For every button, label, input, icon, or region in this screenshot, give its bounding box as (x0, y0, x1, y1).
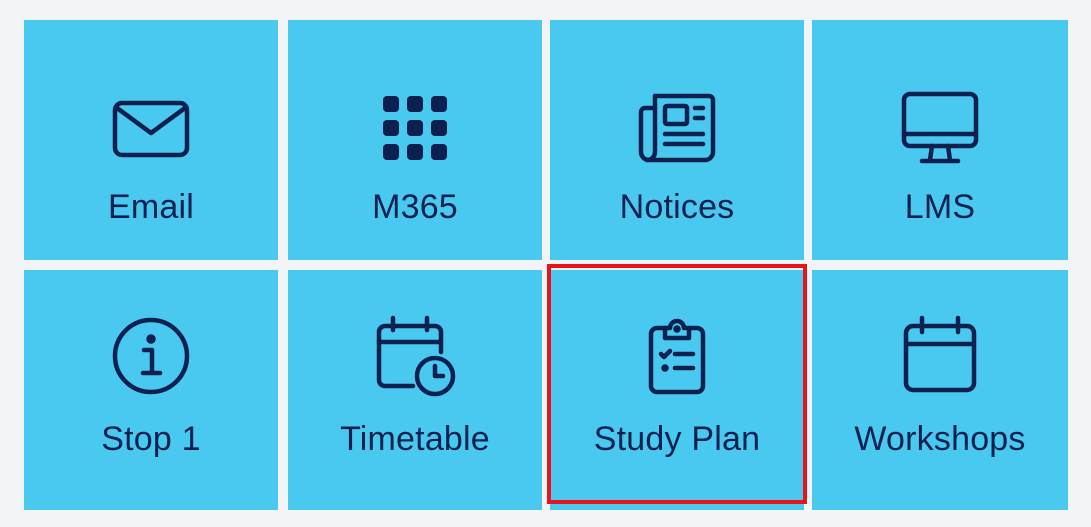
lms-label: LMS (904, 188, 976, 226)
study-plan-tile[interactable]: Study Plan (550, 270, 804, 510)
study-plan-label: Study Plan (593, 420, 761, 458)
monitor-icon (898, 86, 982, 170)
clipboard-checklist-icon (635, 314, 719, 398)
workshops-tile[interactable]: Workshops (812, 270, 1068, 510)
envelope-icon (109, 86, 193, 170)
calendar-clock-icon (373, 314, 457, 398)
info-icon (109, 314, 193, 398)
stop1-label: Stop 1 (101, 420, 201, 458)
notices-label: Notices (619, 188, 735, 226)
m365-label: M365 (372, 188, 458, 226)
stop1-tile[interactable]: Stop 1 (24, 270, 278, 510)
quick-links-grid: Email M365 Notices LMS Stop 1 Timetable … (0, 0, 1091, 527)
email-label: Email (107, 188, 195, 226)
workshops-label: Workshops (854, 420, 1026, 458)
timetable-tile[interactable]: Timetable (288, 270, 542, 510)
email-tile[interactable]: Email (24, 20, 278, 260)
app-grid-icon (373, 86, 457, 170)
notices-tile[interactable]: Notices (550, 20, 804, 260)
newspaper-icon (635, 86, 719, 170)
calendar-icon (898, 314, 982, 398)
timetable-label: Timetable (340, 420, 490, 458)
m365-tile[interactable]: M365 (288, 20, 542, 260)
lms-tile[interactable]: LMS (812, 20, 1068, 260)
